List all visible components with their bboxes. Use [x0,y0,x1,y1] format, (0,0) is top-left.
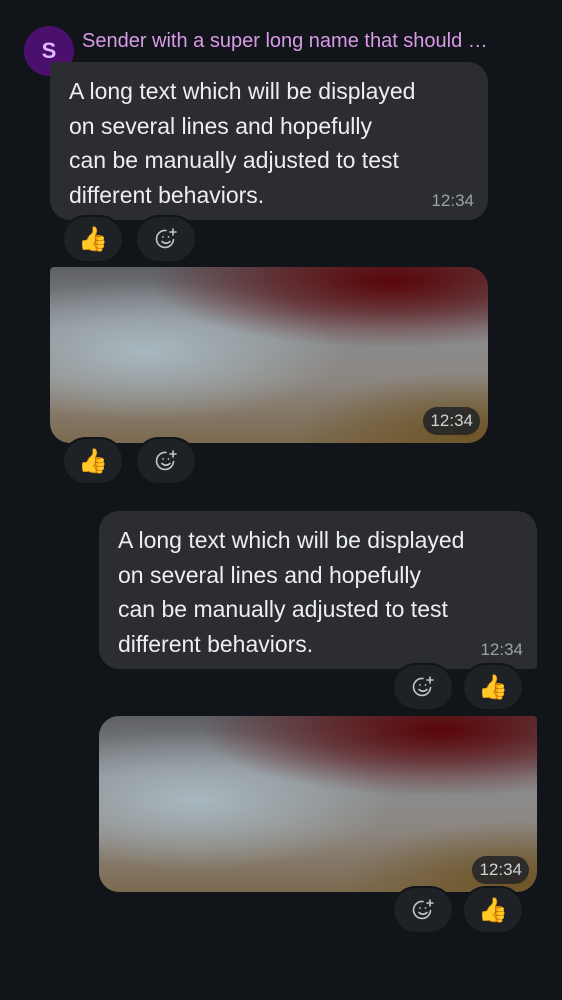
thumbs-up-icon: 👍 [478,896,508,924]
add-reaction-button[interactable] [392,886,454,934]
message-text: A long text which will be displayed on s… [118,527,465,657]
thumbs-up-icon: 👍 [478,673,508,701]
reaction-thumbs-up[interactable]: 👍 [62,437,124,485]
add-reaction-button[interactable] [135,437,197,485]
image-timestamp: 12:34 [423,407,480,435]
message-timestamp: 12:34 [480,640,523,659]
image-timestamp: 12:34 [472,856,529,884]
outgoing-text-message[interactable]: A long text which will be displayed on s… [99,511,537,669]
sender-name[interactable]: Sender with a super long name that shoul… [82,28,540,54]
message-timestamp: 12:34 [431,191,474,210]
message-text: A long text which will be displayed on s… [69,78,416,208]
add-reaction-icon [412,899,434,920]
thumbs-up-icon: 👍 [78,447,108,475]
add-reaction-icon [412,676,434,697]
add-reaction-icon [155,228,177,249]
reaction-thumbs-up[interactable]: 👍 [62,215,124,263]
reaction-thumbs-up[interactable]: 👍 [462,886,524,934]
add-reaction-button[interactable] [135,215,197,263]
avatar-letter: S [41,38,57,63]
add-reaction-button[interactable] [392,663,454,711]
reaction-thumbs-up[interactable]: 👍 [462,663,524,711]
incoming-image-message[interactable]: 12:34 [50,267,488,443]
outgoing-image-message[interactable]: 12:34 [99,716,537,892]
add-reaction-icon [155,450,177,471]
incoming-text-message[interactable]: A long text which will be displayed on s… [50,62,488,220]
thumbs-up-icon: 👍 [78,225,108,253]
